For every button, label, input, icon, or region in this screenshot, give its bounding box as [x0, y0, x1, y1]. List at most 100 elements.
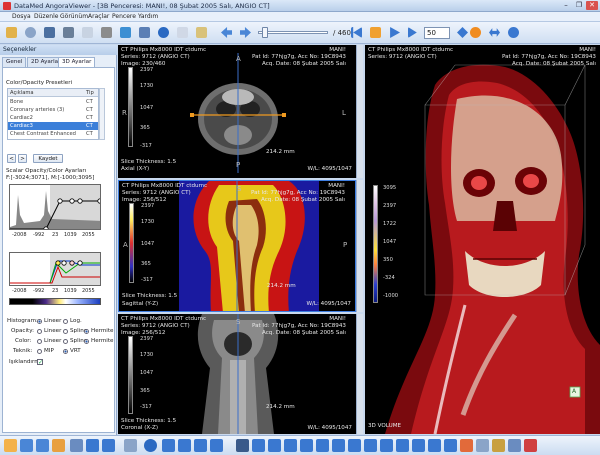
table-row[interactable]: Chest Contrast Enhanced CT — [8, 130, 98, 138]
axial-scrollbar[interactable] — [356, 45, 363, 178]
text-annotation-icon[interactable] — [364, 439, 377, 452]
sagittal-viewport[interactable]: CT Philips Mx8000 IDT ctdumc Series: 971… — [118, 180, 356, 312]
menu-gorunum[interactable]: Görünüm — [60, 13, 88, 20]
lut-label: 1722 — [383, 221, 397, 227]
pan-hand-icon[interactable] — [52, 439, 65, 452]
cut-icon[interactable] — [412, 439, 425, 452]
pencil-icon[interactable] — [193, 24, 210, 41]
ruler-icon[interactable] — [252, 439, 265, 452]
crosshair-icon[interactable] — [396, 439, 409, 452]
open-folder-icon[interactable] — [3, 24, 20, 41]
opacity-hermite-radio[interactable] — [84, 329, 89, 334]
window-level-icon[interactable] — [70, 439, 83, 452]
fps-select[interactable]: 50 — [424, 27, 450, 39]
technique-vrt-radio[interactable] — [63, 349, 68, 354]
print-icon[interactable] — [98, 24, 115, 41]
patient-icon[interactable] — [22, 24, 39, 41]
menu-araclar[interactable]: Araçlar — [88, 13, 109, 20]
pointer-icon[interactable] — [236, 439, 249, 452]
arrow-annotation-icon[interactable] — [348, 439, 361, 452]
color-linear-radio[interactable] — [37, 339, 42, 344]
histogram-log-radio[interactable] — [63, 319, 68, 324]
info-icon[interactable] — [155, 24, 172, 41]
frame-slider[interactable] — [258, 31, 328, 34]
head-icon[interactable] — [86, 439, 99, 452]
play-icon[interactable] — [386, 24, 403, 41]
arrow-left-icon[interactable] — [218, 24, 235, 41]
save-button[interactable]: Kaydet — [33, 154, 63, 163]
presets-scrollbar[interactable] — [99, 88, 105, 140]
prev-preset-button[interactable]: < — [7, 154, 16, 163]
filter-icon[interactable] — [124, 439, 137, 452]
camera-icon[interactable] — [508, 439, 521, 452]
sync-icon[interactable] — [505, 24, 522, 41]
close-button[interactable]: ✕ — [586, 1, 598, 10]
sagittal-scrollbar[interactable] — [356, 180, 363, 312]
table-row-selected[interactable]: Cardiac3 CT — [8, 122, 98, 130]
technique-mip-radio[interactable] — [37, 349, 42, 354]
screen-icon[interactable] — [60, 24, 77, 41]
opacity-linear-radio[interactable] — [37, 329, 42, 334]
lut-label: 2397 — [140, 67, 154, 73]
table-row[interactable]: Bone CT — [8, 98, 98, 106]
table-icon[interactable] — [476, 439, 489, 452]
palette-icon[interactable] — [492, 439, 505, 452]
probe-icon[interactable] — [380, 439, 393, 452]
edit-icon[interactable] — [444, 439, 457, 452]
menu-duzenle[interactable]: Düzenle — [34, 13, 58, 20]
coronal-scrollbar[interactable] — [356, 314, 363, 434]
menu-yardim[interactable]: Yardım — [138, 13, 158, 20]
zoom-icon[interactable] — [4, 439, 17, 452]
body-icon[interactable] — [102, 439, 115, 452]
minimize-button[interactable]: – — [560, 1, 572, 10]
monitor-icon[interactable] — [41, 24, 58, 41]
opacity-spline-radio[interactable] — [63, 329, 68, 334]
coronal-viewport[interactable]: CT Philips Mx8000 IDT ctdumc Series: 971… — [118, 314, 356, 434]
zoom-in-icon[interactable] — [20, 439, 33, 452]
frame-slider-thumb[interactable] — [262, 27, 268, 38]
list-icon[interactable] — [79, 24, 96, 41]
zoom-out-icon[interactable] — [36, 439, 49, 452]
angle-icon[interactable] — [268, 439, 281, 452]
layout-split-icon[interactable] — [174, 24, 191, 41]
double-arrow-icon[interactable] — [486, 24, 503, 41]
table-header: Açıklama Tip — [8, 89, 98, 97]
maximize-button[interactable]: ❐ — [573, 1, 585, 10]
color-hermite-radio[interactable] — [84, 339, 89, 344]
layout-grid-icon[interactable] — [136, 24, 153, 41]
info-icon[interactable] — [144, 439, 157, 452]
pause-icon[interactable] — [367, 24, 384, 41]
axial-viewport[interactable]: CT Philips Mx8000 IDT ctdumc Series: 971… — [118, 45, 356, 178]
volume-viewport[interactable]: CT Philips Mx8000 IDT ctdumc Series: 971… — [365, 45, 600, 434]
freehand-icon[interactable] — [332, 439, 345, 452]
reset-rotation-icon[interactable] — [194, 439, 207, 452]
polygon-icon[interactable] — [300, 439, 313, 452]
roi-icon[interactable] — [284, 439, 297, 452]
color-spline-radio[interactable] — [63, 339, 68, 344]
export-icon[interactable] — [117, 24, 134, 41]
lighting-checkbox[interactable]: ✓ — [37, 359, 43, 366]
delete-icon[interactable] — [524, 439, 537, 452]
rotate-right-icon[interactable] — [178, 439, 191, 452]
flip-icon[interactable] — [210, 439, 223, 452]
sculpt-icon[interactable] — [428, 439, 441, 452]
arrow-right-icon[interactable] — [237, 24, 254, 41]
power-icon[interactable] — [467, 24, 484, 41]
tab-genel[interactable]: Genel — [2, 57, 27, 67]
ellipse-icon[interactable] — [316, 439, 329, 452]
color-graph[interactable] — [9, 252, 101, 286]
tab-3d-ayarlar[interactable]: 3D Ayarlar — [58, 57, 96, 67]
table-row[interactable]: Cardiac2 CT — [8, 114, 98, 122]
first-frame-icon[interactable] — [348, 24, 365, 41]
rotate-left-icon[interactable] — [162, 439, 175, 452]
next-preset-button[interactable]: > — [18, 154, 27, 163]
patient-id: Pat Id: 77hjg7g, Acc No: 19C8943 — [251, 54, 346, 60]
brush-icon[interactable] — [460, 439, 473, 452]
menu-pencere[interactable]: Pencere — [112, 13, 136, 20]
table-row[interactable]: Coronary arteries (3) CT — [8, 106, 98, 114]
last-frame-icon[interactable] — [405, 24, 422, 41]
opacity-graph[interactable] — [9, 184, 101, 230]
menu-dosya[interactable]: Dosya — [12, 13, 31, 20]
lut-label: -1000 — [383, 293, 399, 299]
histogram-linear-radio[interactable] — [37, 319, 42, 324]
